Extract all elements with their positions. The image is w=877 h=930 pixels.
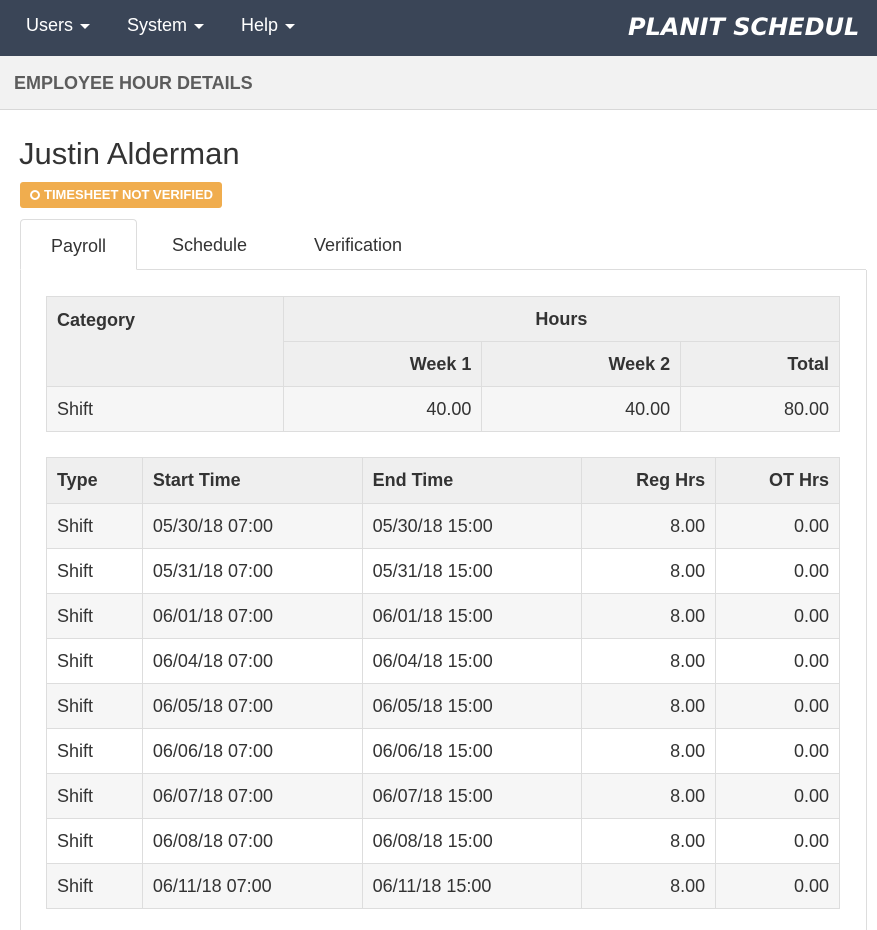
- table-row: Shift 06/05/18 07:00 06/05/18 15:00 8.00 0.0…: [46, 683, 840, 729]
- shift-end-cell: 06/05/18 15:00: [361, 683, 583, 729]
- shift-ot-hrs-cell: 0.00: [715, 638, 840, 684]
- column-header-hours: Hours: [282, 296, 841, 342]
- shift-reg-hrs-cell: 8.00: [581, 728, 717, 774]
- column-header-end-time: End Time: [361, 457, 583, 504]
- column-header-total: Total: [680, 341, 840, 387]
- shift-reg-hrs-cell: 8.00: [581, 773, 717, 819]
- table-header-row: Category Hours: [46, 296, 841, 387]
- table-row: Shift 06/04/18 07:00 06/04/18 15:00 8.00 0.0…: [46, 638, 840, 684]
- shift-ot-hrs-cell: 0.00: [715, 818, 840, 864]
- table-row: Shift 06/01/18 07:00 06/01/18 15:00 8.00 0.0…: [46, 593, 840, 639]
- shift-reg-hrs-cell: 8.00: [581, 863, 717, 909]
- column-header-start-time: Start Time: [141, 457, 363, 504]
- tab-payroll[interactable]: Payroll: [20, 219, 137, 270]
- tab-schedule-label: Schedule: [171, 235, 248, 255]
- summary-category-cell: Shift: [46, 386, 284, 432]
- shift-details-body: Shift 05/30/18 07:00 05/30/18 15:00 8.00 0.0…: [46, 503, 840, 909]
- shift-ot-hrs-cell: 0.00: [715, 728, 840, 774]
- shift-type-cell: Shift: [46, 683, 143, 729]
- table-row: Shift 05/31/18 07:00 05/31/18 15:00 8.00 0.0…: [46, 548, 840, 594]
- caret-down-icon: [80, 23, 91, 29]
- shift-details-table: Type Start Time End Time Reg Hrs OT Hrs …: [46, 457, 840, 909]
- tab-panel-border-left: [20, 270, 21, 930]
- shift-type-cell: Shift: [46, 593, 143, 639]
- page-header-bar: EMPLOYEE HOUR DETAILS: [0, 56, 877, 110]
- caret-down-icon: [194, 23, 205, 29]
- shift-end-cell: 06/04/18 15:00: [361, 638, 583, 684]
- table-row: Shift 06/08/18 07:00 06/08/18 15:00 8.00 0.0…: [46, 818, 840, 864]
- shift-type-cell: Shift: [46, 728, 143, 774]
- caret-down-icon: [285, 23, 296, 29]
- shift-type-cell: Shift: [46, 863, 143, 909]
- tab-payroll-label: Payroll: [50, 236, 107, 256]
- shift-type-cell: Shift: [46, 638, 143, 684]
- column-header-week2: Week 2: [481, 341, 682, 387]
- shift-reg-hrs-cell: 8.00: [581, 503, 717, 549]
- nav-help-label: Help: [241, 15, 279, 35]
- shift-ot-hrs-cell: 0.00: [715, 683, 840, 729]
- tab-verification[interactable]: Verification: [295, 219, 421, 270]
- page-title: EMPLOYEE HOUR DETAILS: [14, 73, 253, 93]
- shift-end-cell: 06/01/18 15:00: [361, 593, 583, 639]
- shift-end-cell: 05/31/18 15:00: [361, 548, 583, 594]
- shift-type-cell: Shift: [46, 548, 143, 594]
- table-row: Shift 06/11/18 07:00 06/11/18 15:00 8.00 0.0…: [46, 863, 840, 909]
- hours-summary-table: Category Hours Week 1 Week 2 Total Shift…: [46, 296, 841, 432]
- column-header-reg-hrs: Reg Hrs: [581, 457, 717, 504]
- shift-type-cell: Shift: [46, 773, 143, 819]
- table-row: Shift 40.00 40.00 80.00: [46, 386, 840, 432]
- employee-name: Justin Alderman: [19, 136, 240, 171]
- nav-help-menu[interactable]: Help: [241, 0, 296, 50]
- summary-total-cell: 80.00: [680, 386, 840, 432]
- shift-type-cell: Shift: [46, 818, 143, 864]
- shift-end-cell: 06/08/18 15:00: [361, 818, 583, 864]
- shift-start-cell: 06/06/18 07:00: [141, 728, 363, 774]
- shift-type-cell: Shift: [46, 503, 143, 549]
- shift-end-cell: 06/07/18 15:00: [361, 773, 583, 819]
- shift-reg-hrs-cell: 8.00: [581, 548, 717, 594]
- shift-end-cell: 06/06/18 15:00: [361, 728, 583, 774]
- column-header-category: Category: [46, 296, 284, 387]
- table-row: Shift 06/07/18 07:00 06/07/18 15:00 8.00 0.0…: [46, 773, 840, 819]
- top-navbar: Users System Help PLANIT SCHEDUL: [0, 0, 877, 56]
- summary-week1-cell: 40.00: [282, 386, 483, 432]
- table-row: Shift 06/06/18 07:00 06/06/18 15:00 8.00 0.0…: [46, 728, 840, 774]
- column-header-type: Type: [46, 457, 143, 504]
- summary-week2-cell: 40.00: [481, 386, 682, 432]
- table-header-row: Type Start Time End Time Reg Hrs OT Hrs: [46, 457, 840, 504]
- shift-start-cell: 06/08/18 07:00: [141, 818, 363, 864]
- status-badge: TIMESHEET NOT VERIFIED: [20, 182, 223, 208]
- shift-start-cell: 06/01/18 07:00: [141, 593, 363, 639]
- shift-ot-hrs-cell: 0.00: [715, 773, 840, 819]
- column-header-week1: Week 1: [282, 341, 483, 387]
- brand-logo[interactable]: PLANIT SCHEDUL: [628, 13, 859, 41]
- tab-panel-border-right: [866, 270, 867, 930]
- clock-icon: [30, 190, 40, 200]
- shift-end-cell: 05/30/18 15:00: [361, 503, 583, 549]
- nav-users-menu[interactable]: Users: [26, 0, 91, 50]
- shift-start-cell: 06/05/18 07:00: [141, 683, 363, 729]
- shift-start-cell: 06/07/18 07:00: [141, 773, 363, 819]
- shift-ot-hrs-cell: 0.00: [715, 863, 840, 909]
- status-badge-label: TIMESHEET NOT VERIFIED: [44, 187, 214, 202]
- tab-schedule[interactable]: Schedule: [152, 219, 267, 270]
- shift-start-cell: 06/11/18 07:00: [141, 863, 363, 909]
- shift-start-cell: 05/31/18 07:00: [141, 548, 363, 594]
- shift-start-cell: 06/04/18 07:00: [141, 638, 363, 684]
- shift-reg-hrs-cell: 8.00: [581, 638, 717, 684]
- shift-reg-hrs-cell: 8.00: [581, 818, 717, 864]
- column-header-ot-hrs: OT Hrs: [715, 457, 840, 504]
- shift-ot-hrs-cell: 0.00: [715, 593, 840, 639]
- shift-ot-hrs-cell: 0.00: [715, 503, 840, 549]
- nav-users-label: Users: [26, 15, 74, 35]
- table-row: Shift 05/30/18 07:00 05/30/18 15:00 8.00 0.0…: [46, 503, 840, 549]
- shift-reg-hrs-cell: 8.00: [581, 683, 717, 729]
- shift-start-cell: 05/30/18 07:00: [141, 503, 363, 549]
- tab-verification-label: Verification: [313, 235, 403, 255]
- nav-system-menu[interactable]: System: [127, 0, 205, 50]
- shift-ot-hrs-cell: 0.00: [715, 548, 840, 594]
- shift-end-cell: 06/11/18 15:00: [361, 863, 583, 909]
- shift-reg-hrs-cell: 8.00: [581, 593, 717, 639]
- nav-system-label: System: [127, 15, 188, 35]
